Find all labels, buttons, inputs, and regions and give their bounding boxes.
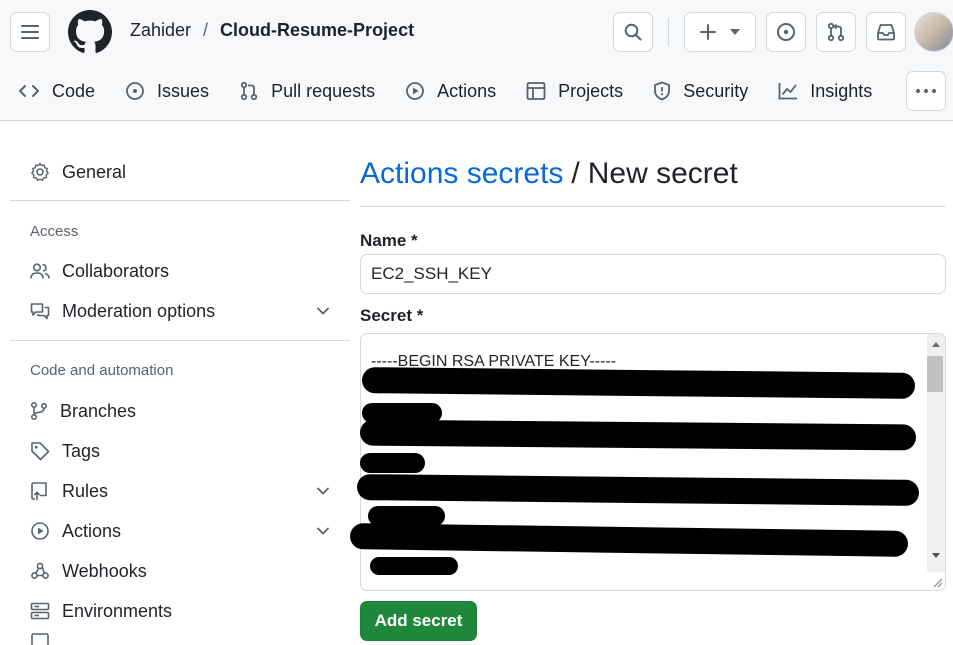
- tab-label: Code: [52, 80, 96, 101]
- sidebar-item-label: Tags: [62, 440, 101, 461]
- tab-label: Projects: [558, 80, 624, 101]
- chevron-down-icon: [317, 487, 329, 495]
- page-title: Actions secrets / New secret: [360, 157, 738, 191]
- global-header: Zahider / Cloud-Resume-Project Code Issu…: [0, 0, 953, 121]
- search-icon: [624, 23, 642, 41]
- sidebar-item-webhooks[interactable]: Webhooks: [10, 552, 350, 590]
- sidebar-item-label: Actions: [62, 520, 122, 541]
- issue-opened-icon: [777, 23, 795, 41]
- sidebar-divider: [10, 340, 350, 341]
- sidebar-item-label: Webhooks: [62, 560, 147, 581]
- sidebar-item-moderation-options[interactable]: Moderation options: [10, 292, 350, 330]
- tab-pull-requests[interactable]: Pull requests: [231, 71, 383, 111]
- tab-actions[interactable]: Actions: [397, 71, 504, 111]
- inbox-button[interactable]: [866, 12, 906, 52]
- sidebar-item-branches[interactable]: Branches: [10, 392, 350, 430]
- play-icon: [406, 82, 425, 100]
- issues-button[interactable]: [766, 12, 806, 52]
- git-pull-request-icon: [827, 22, 845, 42]
- sidebar-item-label: Collaborators: [62, 260, 170, 281]
- sidebar-group-access: Access: [30, 223, 79, 240]
- breadcrumb-separator: /: [203, 20, 209, 40]
- code-icon: [19, 85, 39, 97]
- webhook-icon: [31, 562, 49, 579]
- sidebar-item-label: Moderation options: [62, 300, 216, 321]
- scroll-up-arrow[interactable]: [932, 342, 940, 347]
- people-icon: [30, 263, 50, 279]
- issue-opened-icon: [126, 82, 144, 100]
- sidebar-divider: [10, 200, 350, 201]
- tab-code[interactable]: Code: [0, 71, 103, 111]
- repo-breadcrumb: Zahider / Cloud-Resume-Project: [130, 20, 414, 41]
- sidebar-item-collaborators[interactable]: Collaborators: [10, 252, 350, 290]
- textarea-scrollbar[interactable]: [927, 334, 945, 572]
- graph-icon: [778, 83, 798, 100]
- chevron-down-icon: [317, 527, 329, 535]
- hamburger-icon: [21, 25, 39, 39]
- sidebar-item-actions[interactable]: Actions: [10, 512, 350, 550]
- git-pull-request-icon: [240, 81, 258, 101]
- comment-discussion-icon: [30, 303, 50, 320]
- chevron-down-icon: [317, 307, 329, 315]
- menu-button[interactable]: [10, 12, 50, 52]
- user-avatar[interactable]: [914, 12, 953, 52]
- table-icon: [526, 82, 546, 100]
- more-tabs-button[interactable]: [906, 71, 946, 111]
- tab-label: Actions: [437, 80, 497, 101]
- sidebar-item-label: Environments: [62, 600, 173, 621]
- plus-icon: [700, 24, 716, 40]
- sidebar-item-partial[interactable]: [10, 632, 350, 645]
- kebab-horizontal-icon: [916, 89, 936, 93]
- sidebar-item-environments[interactable]: Environments: [10, 592, 350, 630]
- title-divider: [360, 206, 946, 207]
- search-button[interactable]: [613, 12, 653, 52]
- pull-requests-button[interactable]: [816, 12, 856, 52]
- sidebar-item-label: Branches: [60, 400, 137, 421]
- tab-label: Security: [683, 80, 749, 101]
- repo-tabs: Code Issues Pull requests Actions Projec…: [0, 71, 894, 111]
- repo-name-link[interactable]: Cloud-Resume-Project: [220, 20, 414, 41]
- scroll-down-arrow[interactable]: [932, 553, 940, 558]
- add-secret-button[interactable]: Add secret: [360, 601, 477, 641]
- gear-icon: [31, 162, 49, 181]
- tab-label: Insights: [810, 80, 873, 101]
- inbox-icon: [877, 24, 895, 41]
- codespaces-icon: [31, 633, 49, 645]
- actions-secrets-link[interactable]: Actions secrets: [360, 157, 563, 190]
- title-separator: /: [571, 157, 580, 190]
- sidebar-item-label: Rules: [62, 480, 109, 501]
- shield-icon: [654, 81, 671, 101]
- sidebar-item-label: General: [62, 161, 127, 182]
- sidebar-group-code-automation: Code and automation: [30, 362, 174, 379]
- header-divider: [668, 18, 669, 46]
- scrollbar-thumb[interactable]: [927, 356, 943, 392]
- tab-projects[interactable]: Projects: [518, 71, 631, 111]
- tab-insights[interactable]: Insights: [770, 71, 880, 111]
- tab-label: Issues: [157, 80, 210, 101]
- git-branch-icon: [30, 401, 48, 421]
- title-current: New secret: [587, 157, 738, 190]
- tag-icon: [31, 442, 50, 461]
- play-icon: [31, 522, 49, 540]
- name-label: Name *: [360, 231, 418, 250]
- repo-owner-link[interactable]: Zahider: [130, 20, 191, 41]
- sidebar-item-general[interactable]: General: [10, 153, 350, 191]
- create-new-button[interactable]: [684, 12, 756, 52]
- sidebar-item-tags[interactable]: Tags: [10, 432, 350, 470]
- repo-push-icon: [31, 482, 47, 501]
- github-logo-icon[interactable]: [68, 10, 112, 54]
- secret-name-input[interactable]: [360, 254, 946, 294]
- server-icon: [30, 602, 50, 620]
- secret-label: Secret *: [360, 306, 424, 325]
- tab-label: Pull requests: [271, 80, 376, 101]
- tab-security[interactable]: Security: [645, 71, 756, 111]
- sidebar-item-rules[interactable]: Rules: [10, 472, 350, 510]
- resize-grip-icon[interactable]: [931, 576, 943, 588]
- triangle-down-icon: [730, 29, 740, 35]
- tab-issues[interactable]: Issues: [117, 71, 217, 111]
